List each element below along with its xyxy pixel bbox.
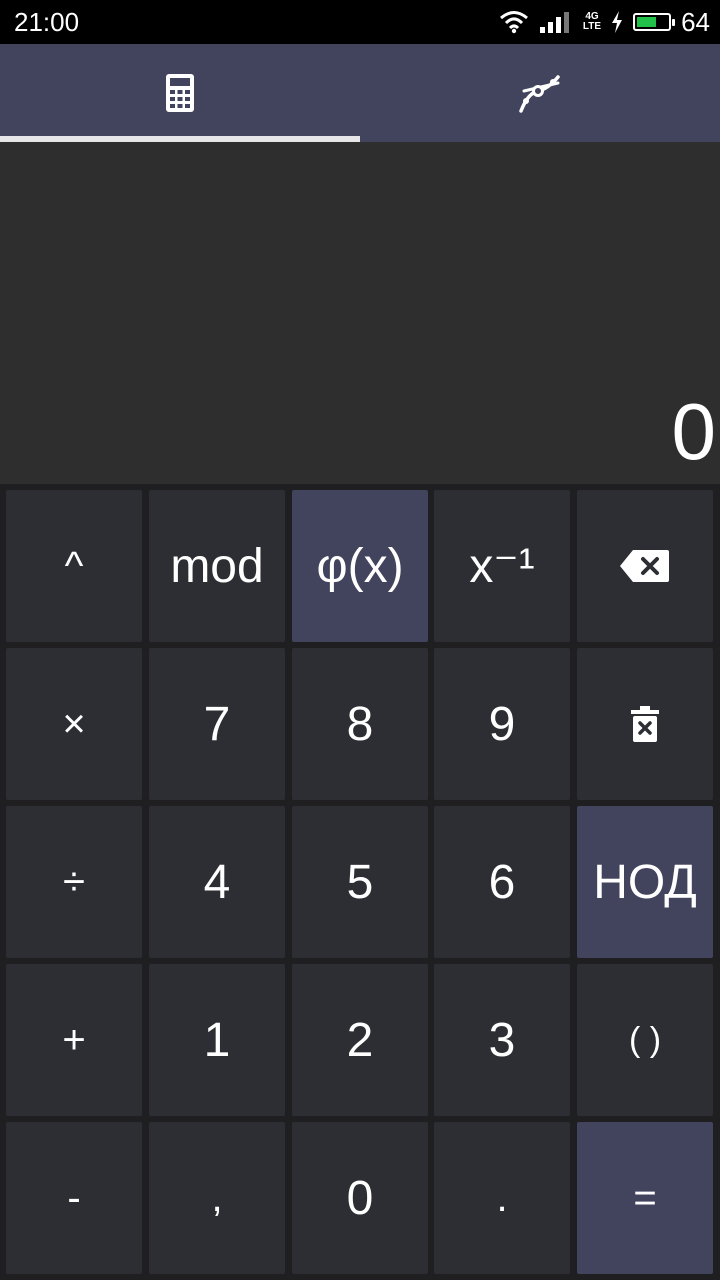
result-value: 0	[671, 387, 717, 476]
euler-phi-label: φ(x)	[316, 539, 404, 593]
battery-fill	[637, 17, 657, 27]
backspace-icon	[620, 550, 669, 582]
digit-5-label: 5	[346, 855, 374, 909]
network-lte-label: LTE	[582, 21, 602, 32]
clear-button[interactable]	[577, 648, 713, 800]
digit-7-label: 7	[203, 697, 231, 751]
charging-icon	[612, 11, 623, 33]
multiply-label: ×	[62, 701, 86, 746]
network-type: 4G LTE	[583, 12, 601, 32]
status-bar: 21:00 4G LTE 64	[0, 0, 720, 44]
divide-label: ÷	[63, 859, 85, 904]
digit-4-label: 4	[203, 855, 231, 909]
keypad: ^ mod φ(x) x⁻¹ × 7 8 9 ÷ 4 5 6 НОД + 1 2…	[0, 484, 720, 1280]
comma-label: ,	[211, 1175, 223, 1220]
calculator-display: 0	[0, 142, 720, 484]
digit-8-button[interactable]: 8	[292, 648, 428, 800]
digit-3-button[interactable]: 3	[434, 964, 570, 1116]
battery-icon	[633, 13, 676, 31]
backspace-button[interactable]	[577, 490, 713, 642]
inverse-label: x⁻¹	[469, 540, 535, 593]
decimal-point-button[interactable]: .	[434, 1122, 570, 1274]
minus-label: -	[67, 1175, 81, 1220]
power-button[interactable]: ^	[6, 490, 142, 642]
comma-button[interactable]: ,	[149, 1122, 285, 1274]
digit-5-button[interactable]: 5	[292, 806, 428, 958]
digit-6-button[interactable]: 6	[434, 806, 570, 958]
mod-label: mod	[170, 539, 264, 593]
digit-7-button[interactable]: 7	[149, 648, 285, 800]
digit-9-label: 9	[488, 697, 516, 751]
equals-button[interactable]: =	[577, 1122, 713, 1274]
graph-curve-icon	[519, 75, 560, 113]
parentheses-button[interactable]: ( )	[577, 964, 713, 1116]
digit-0-label: 0	[346, 1171, 374, 1225]
digit-0-button[interactable]: 0	[292, 1122, 428, 1274]
plus-label: +	[62, 1017, 86, 1062]
tab-bar	[0, 44, 720, 142]
signal-icon	[539, 12, 569, 33]
tab-graph[interactable]	[360, 44, 720, 142]
digit-4-button[interactable]: 4	[149, 806, 285, 958]
euler-phi-button[interactable]: φ(x)	[292, 490, 428, 642]
mod-button[interactable]: mod	[149, 490, 285, 642]
minus-button[interactable]: -	[6, 1122, 142, 1274]
calculator-icon	[166, 74, 194, 112]
plus-button[interactable]: +	[6, 964, 142, 1116]
digit-2-button[interactable]: 2	[292, 964, 428, 1116]
status-time: 21:00	[14, 7, 80, 37]
parentheses-label: ( )	[628, 1020, 662, 1059]
inverse-button[interactable]: x⁻¹	[434, 490, 570, 642]
digit-1-button[interactable]: 1	[149, 964, 285, 1116]
power-label: ^	[64, 543, 84, 588]
tab-calculator[interactable]	[0, 44, 360, 142]
trash-icon	[631, 706, 659, 742]
decimal-point-label: .	[496, 1175, 508, 1220]
digit-2-label: 2	[346, 1013, 374, 1067]
equals-label: =	[633, 1175, 657, 1220]
battery-level: 64	[681, 7, 710, 37]
digit-3-label: 3	[488, 1013, 516, 1067]
status-icons: 4G LTE 64	[499, 6, 710, 38]
digit-6-label: 6	[488, 855, 516, 909]
divide-button[interactable]: ÷	[6, 806, 142, 958]
digit-8-label: 8	[346, 697, 374, 751]
gcd-label: НОД	[593, 855, 697, 909]
digit-9-button[interactable]: 9	[434, 648, 570, 800]
wifi-icon	[499, 11, 528, 34]
multiply-button[interactable]: ×	[6, 648, 142, 800]
gcd-button[interactable]: НОД	[577, 806, 713, 958]
digit-1-label: 1	[203, 1013, 231, 1067]
